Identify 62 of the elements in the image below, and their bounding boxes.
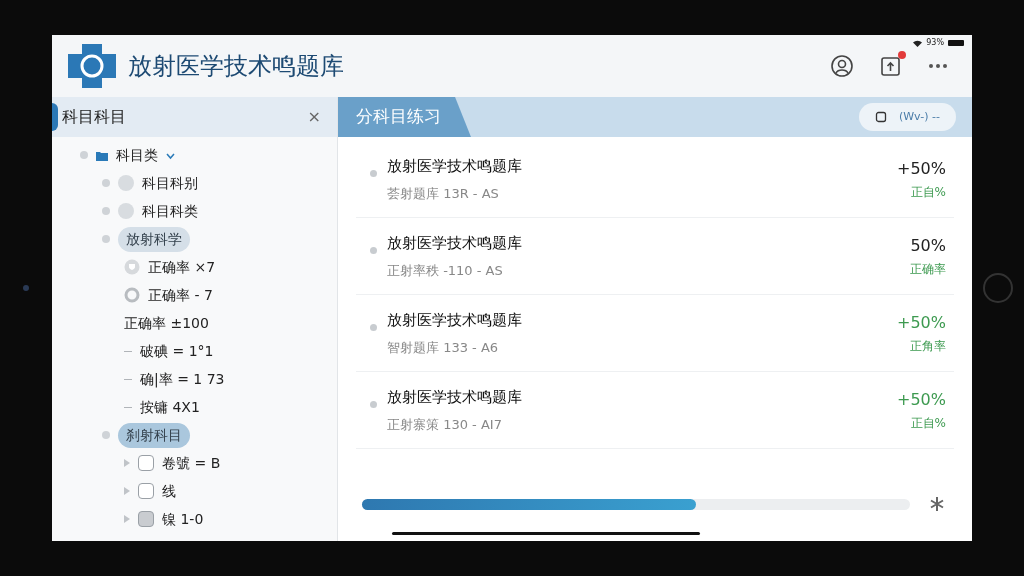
tree-item[interactable]: 按镛 4X1 (140, 396, 200, 418)
badge-icon (874, 111, 887, 123)
more-icon[interactable] (928, 63, 948, 69)
tree-item[interactable]: 正确率 ×7 (148, 256, 216, 278)
camera-icon (23, 285, 29, 291)
tree-tag[interactable]: 刹射科目 (118, 422, 190, 448)
asterisk-icon[interactable] (930, 497, 944, 511)
row-percent: +50% (897, 312, 946, 334)
close-button[interactable]: × (307, 105, 321, 129)
dash-icon (124, 378, 132, 380)
row-title: 放射医学技术鸣题库 (387, 233, 522, 254)
row-title: 放射医学技术鸣题库 (387, 156, 522, 177)
checkbox[interactable] (138, 455, 154, 471)
tree-tag[interactable]: 放射科学 (118, 226, 190, 252)
row-percent: 50% (910, 235, 946, 257)
expand-arrow-icon[interactable] (124, 515, 130, 523)
ring-icon (124, 287, 140, 303)
wifi-icon (913, 39, 923, 47)
row-subtitle: 荟射题库 13R - AS (387, 184, 500, 203)
dash-icon (124, 350, 132, 352)
profile-icon[interactable] (830, 54, 854, 78)
expand-arrow-icon[interactable] (124, 459, 130, 467)
question-bank-row[interactable]: 放射医学技术鸣题库 智射题库 133 - A6 +50% 正角率 (356, 295, 954, 372)
row-title: 放射医学技术鸣题库 (387, 310, 522, 331)
row-percent: +50% (897, 389, 946, 411)
tree-item[interactable]: 科目科类 (142, 200, 198, 222)
folder-icon (96, 149, 108, 161)
sidebar-title: 科目科目 (62, 106, 126, 128)
tree-item[interactable]: 科目科别 (142, 172, 198, 194)
battery-icon (948, 40, 964, 46)
back-icon[interactable] (52, 103, 58, 131)
tree-item[interactable]: 线 (162, 480, 176, 502)
row-subtitle: 正射率秩 -110 - AS (387, 261, 504, 280)
share-icon[interactable] (880, 55, 902, 77)
row-percent: +50% (897, 158, 946, 180)
row-title: 放射医学技术鸣题库 (387, 387, 522, 408)
tree-item[interactable]: 正确率 - 7 (148, 284, 213, 306)
question-bank-row[interactable]: 放射医学技术鸣题库 正射寨策 130 - AI7 +50% 正自% (356, 372, 954, 449)
row-subtitle: 智射题库 133 - A6 (387, 338, 500, 357)
question-bank-row[interactable]: 放射医学技术鸣题库 荟射题库 13R - AS +50% 正自% (356, 141, 954, 218)
checkbox[interactable] (138, 511, 154, 527)
expand-arrow-icon[interactable] (124, 487, 130, 495)
battery-percent: 93% (926, 37, 944, 49)
tree-item[interactable]: 科目类 (116, 144, 158, 166)
filter-button[interactable]: (Wv-) -- (858, 103, 956, 131)
app-title: 放射医学技术鸣题库 (128, 51, 344, 82)
tree-item[interactable]: 卷號 = B (162, 452, 221, 474)
row-label: 正确率 (910, 261, 946, 278)
checkbox[interactable] (138, 483, 154, 499)
tree-item[interactable]: 确|率 = 1 73 (140, 368, 225, 390)
tree-item[interactable]: 破碘 = 1°1 (140, 340, 214, 362)
row-label: 正自% (910, 184, 946, 201)
shield-icon (124, 259, 140, 275)
logo-icon (68, 44, 116, 88)
row-label: 正自% (910, 415, 946, 432)
tree-item[interactable]: 镍 1-0 (162, 508, 204, 530)
row-subtitle: 正射寨策 130 - AI7 (387, 415, 503, 434)
home-button[interactable] (983, 273, 1013, 303)
question-bank-row[interactable]: 放射医学技术鸣题库 正射率秩 -110 - AS 50% 正确率 (356, 218, 954, 295)
row-label: 正角率 (910, 338, 946, 355)
dash-icon (124, 406, 132, 408)
tree-item[interactable]: 正确率 ±100 (124, 312, 209, 334)
